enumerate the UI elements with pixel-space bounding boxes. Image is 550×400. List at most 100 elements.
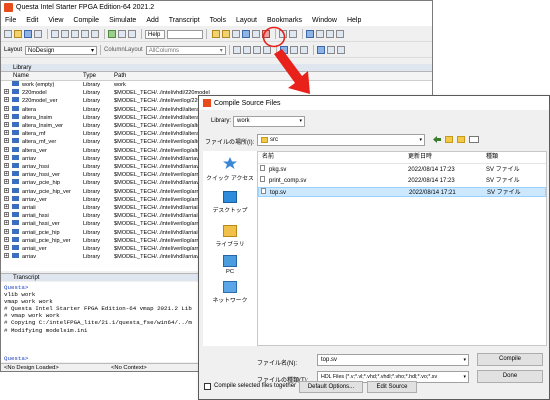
col-name-header[interactable]: Name	[13, 72, 29, 80]
break-icon[interactable]	[242, 30, 250, 38]
menu-item-file[interactable]: File	[5, 17, 16, 24]
new-file-icon[interactable]	[4, 30, 12, 38]
menu-item-tools[interactable]: Tools	[210, 17, 226, 24]
menu-item-bookmarks[interactable]: Bookmarks	[267, 17, 302, 24]
col-name-header[interactable]: 名前	[262, 152, 274, 163]
expand-icon[interactable]: +	[4, 187, 9, 193]
expand-icon[interactable]: +	[4, 97, 9, 103]
simulate-icon[interactable]	[232, 30, 240, 38]
place-label: クイック アクセス	[206, 176, 254, 182]
red-arrow-icon	[274, 49, 310, 94]
expand-icon[interactable]: +	[4, 236, 9, 242]
col-path-header[interactable]: Path	[114, 72, 126, 80]
expand-icon[interactable]: +	[4, 245, 9, 251]
network-icon	[223, 281, 237, 293]
file-row[interactable]: top.sv 2022/08/14 17:21 SV ファイル	[258, 187, 546, 197]
expand-icon[interactable]: +	[4, 154, 9, 160]
wave-step-over-icon[interactable]	[242, 46, 251, 54]
file-row[interactable]: print_comp.sv 2022/08/14 17:23 SV ファイル	[258, 176, 546, 186]
step-icon[interactable]	[252, 30, 260, 38]
place-quick-access[interactable]: クイック アクセス	[203, 157, 257, 182]
run-icon[interactable]	[306, 30, 314, 38]
col-type-header[interactable]: 種類	[486, 152, 498, 163]
expand-icon[interactable]: +	[4, 171, 9, 177]
menu-item-compile[interactable]: Compile	[73, 17, 99, 24]
back-icon[interactable]	[433, 136, 441, 143]
file-row[interactable]: pkg.sv 2022/08/14 17:23 SV ファイル	[258, 165, 546, 175]
run-all-icon[interactable]	[316, 30, 324, 38]
expand-icon[interactable]: +	[4, 89, 9, 95]
menu-item-layout[interactable]: Layout	[236, 17, 257, 24]
expand-icon[interactable]: +	[4, 146, 9, 152]
zoom-icon[interactable]	[289, 30, 297, 38]
expand-icon[interactable]: +	[4, 122, 9, 128]
col-date-header[interactable]: 更新日時	[408, 152, 432, 163]
menu-item-add[interactable]: Add	[146, 17, 158, 24]
paste-icon[interactable]	[71, 30, 79, 38]
print-icon[interactable]	[34, 30, 42, 38]
edit-source-button[interactable]: Edit Source	[367, 381, 417, 393]
layout-select[interactable]: NoDesign ▾	[25, 45, 98, 55]
menu-item-transcript[interactable]: Transcript	[169, 17, 200, 24]
menu-item-view[interactable]: View	[48, 17, 63, 24]
done-button[interactable]: Done	[477, 370, 543, 383]
menu-item-help[interactable]: Help	[347, 17, 361, 24]
expand-icon[interactable]: +	[4, 130, 9, 136]
zoom-full-icon[interactable]	[336, 46, 345, 54]
continue-icon[interactable]	[326, 30, 334, 38]
new-folder-icon[interactable]	[457, 136, 465, 143]
find-next-icon[interactable]	[118, 30, 126, 38]
library-icon	[12, 122, 19, 127]
expand-icon[interactable]: +	[4, 204, 9, 210]
place-libraries[interactable]: ライブラリ	[203, 225, 257, 248]
lookin-select[interactable]: src ▾	[257, 134, 425, 146]
undo-icon[interactable]	[81, 30, 89, 38]
compile-button[interactable]: Compile	[477, 353, 543, 366]
up-folder-icon[interactable]	[445, 136, 453, 143]
expand-icon[interactable]: +	[4, 253, 9, 259]
file-date: 2022/08/14 17:23	[408, 167, 455, 173]
library-select[interactable]: work ▾	[233, 116, 305, 127]
open-folder-icon[interactable]	[14, 30, 22, 38]
zoom-out-icon[interactable]	[326, 46, 335, 54]
expand-icon[interactable]: +	[4, 212, 9, 218]
expand-icon[interactable]: +	[4, 163, 9, 169]
wave-step-icon[interactable]	[232, 46, 241, 54]
place-desktop[interactable]: デスクトップ	[203, 191, 257, 214]
expand-icon[interactable]: +	[4, 138, 9, 144]
find-icon[interactable]	[108, 30, 116, 38]
expand-icon[interactable]: +	[4, 105, 9, 111]
table-row[interactable]: work (empty) Library work	[1, 81, 432, 89]
place-pc[interactable]: PC	[203, 255, 257, 275]
binoculars-icon[interactable]	[128, 30, 136, 38]
default-options-button[interactable]: Default Options...	[299, 381, 363, 393]
column-layout-select[interactable]: AllColumns ▾	[145, 45, 226, 55]
help-search-input[interactable]	[167, 29, 203, 39]
col-type-header[interactable]: Type	[83, 72, 96, 80]
compile-all-icon[interactable]	[222, 30, 230, 38]
menu-item-edit[interactable]: Edit	[26, 17, 38, 24]
compile-together-checkbox[interactable]	[204, 383, 211, 390]
view-menu-icon[interactable]	[469, 136, 479, 143]
place-network[interactable]: ネットワーク	[203, 281, 257, 304]
expand-icon[interactable]: +	[4, 179, 9, 185]
expand-icon[interactable]: +	[4, 228, 9, 234]
menu-item-simulate[interactable]: Simulate	[109, 17, 136, 24]
save-icon[interactable]	[24, 30, 32, 38]
toolbar-row-2: Layout NoDesign ▾ ColumnLayout AllColumn…	[1, 43, 432, 58]
cut-icon[interactable]	[51, 30, 59, 38]
cell-path: $MODEL_TECH/../intel/vhdl/220model	[114, 90, 210, 97]
expand-icon[interactable]: +	[4, 113, 9, 119]
filename-input[interactable]: top.sv ▾	[317, 354, 469, 366]
copy-icon[interactable]	[61, 30, 69, 38]
redo-icon[interactable]	[91, 30, 99, 38]
wave-step-out-icon[interactable]	[252, 46, 261, 54]
expand-icon[interactable]: +	[4, 220, 9, 226]
compile-icon[interactable]	[212, 30, 220, 38]
file-date: 2022/08/14 17:21	[409, 190, 456, 196]
cell-type: Library	[83, 221, 101, 228]
restart-icon[interactable]	[336, 30, 344, 38]
expand-icon[interactable]: +	[4, 195, 9, 201]
menu-item-window[interactable]: Window	[312, 17, 337, 24]
filename-value: top.sv	[321, 357, 338, 363]
